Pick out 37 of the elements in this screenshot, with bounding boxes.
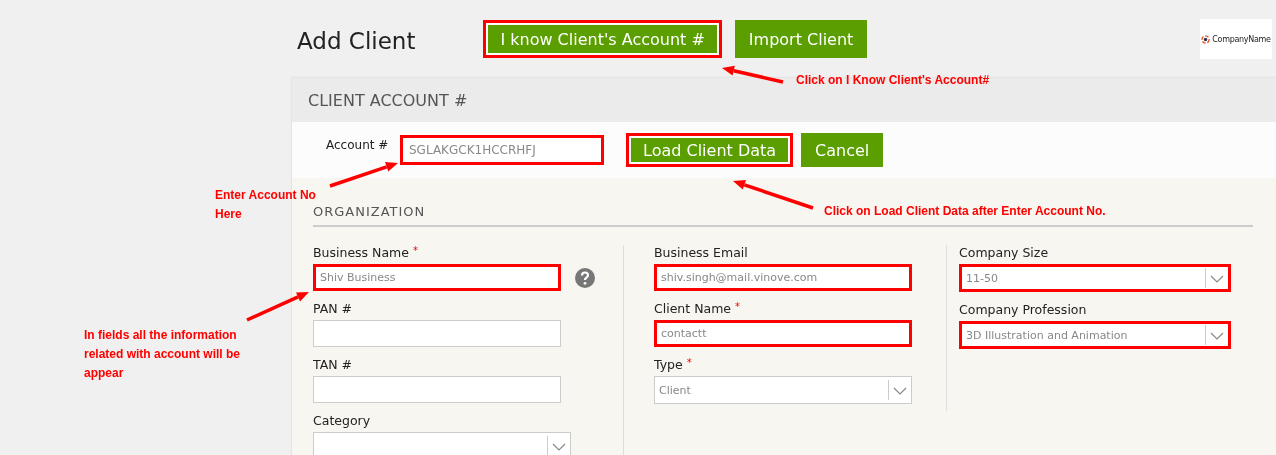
- annotation-text: Click on Load Client Data after Enter Account No.: [824, 203, 1106, 220]
- annotation-text: Here: [215, 206, 243, 223]
- field-label: Company Profession: [959, 302, 1088, 317]
- field-label: Type *: [654, 357, 693, 372]
- annotation-text: related with account will be: [84, 346, 241, 363]
- field-label: Category: [313, 413, 372, 428]
- annotation-text: Enter Account No: [215, 187, 316, 204]
- header-button[interactable]: I know Client's Account #: [483, 20, 722, 58]
- field-label: Business Email: [654, 245, 749, 260]
- annotation-text: Click on I Know Client's Account#: [796, 72, 990, 89]
- text-field[interactable]: [313, 376, 561, 403]
- annotation-text: appear: [84, 365, 125, 382]
- account-label: Account #: [326, 138, 390, 152]
- account-field[interactable]: SGLAKGCK1HCCRHFJ: [400, 135, 604, 165]
- page-title: Add Client: [297, 27, 416, 54]
- text-field[interactable]: [313, 320, 561, 347]
- dropdown[interactable]: Client: [654, 376, 912, 404]
- text-field[interactable]: Shiv Business: [313, 264, 561, 291]
- field-label: Client Name *: [654, 301, 742, 316]
- field-label: Company Size: [959, 245, 1050, 260]
- annotation-text: In fields all the information: [84, 327, 238, 344]
- annotation-arrow: [246, 292, 309, 322]
- field-label: Business Name *: [313, 245, 419, 260]
- field-label: PAN #: [313, 301, 354, 316]
- dropdown[interactable]: 11-50: [959, 264, 1231, 292]
- card-button[interactable]: Cancel: [801, 133, 884, 167]
- header-button[interactable]: Import Client: [734, 20, 868, 58]
- text-field[interactable]: contactt: [654, 320, 912, 347]
- annotation-arrow: [722, 65, 784, 84]
- field-label: TAN #: [313, 357, 353, 372]
- company-logo: CompanyName: [1200, 19, 1272, 59]
- help-icon[interactable]: [575, 267, 595, 288]
- text-field[interactable]: shiv.singh@mail.vinove.com: [654, 264, 912, 291]
- annotation-arrow: [329, 162, 398, 188]
- card-button[interactable]: Load Client Data: [626, 133, 794, 167]
- dropdown[interactable]: 3D Illustration and Animation: [959, 321, 1231, 349]
- dropdown[interactable]: [313, 432, 571, 455]
